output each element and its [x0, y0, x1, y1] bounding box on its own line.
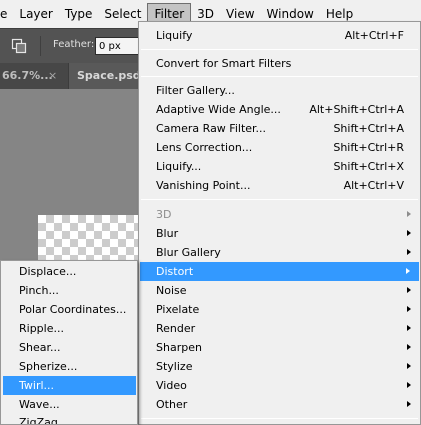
menu-item-label: Noise: [156, 284, 187, 297]
menu-item-label: Other: [156, 398, 188, 411]
menu-item-blur-gallery[interactable]: Blur Gallery: [139, 243, 420, 262]
menu-item-label: Pixelate: [156, 303, 200, 316]
submenu-item-label: Pinch...: [19, 284, 59, 297]
submenu-arrow-icon: [407, 287, 411, 293]
menu-item-lens-correction[interactable]: Lens Correction... Shift+Ctrl+R: [139, 138, 420, 157]
submenu-item-label: ZigZag: [19, 416, 58, 425]
submenu-item-pinch[interactable]: Pinch...: [1, 281, 137, 300]
menu-separator: [141, 199, 418, 200]
menu-item-label: Video: [156, 379, 187, 392]
menu-item-label: 3D: [156, 208, 172, 221]
menu-item-label: Adaptive Wide Angle...: [156, 103, 281, 116]
menu-separator: [141, 49, 418, 50]
submenu-item-label: Polar Coordinates...: [19, 303, 127, 316]
document-tab-1-label: 66.7%...: [2, 69, 53, 82]
menu-item-shortcut: Alt+Ctrl+V: [343, 179, 404, 192]
submenu-item-label: Ripple...: [19, 322, 64, 335]
menu-item-noise[interactable]: Noise: [139, 281, 420, 300]
submenu-arrow-icon: [407, 249, 411, 255]
menu-item-label: Render: [156, 322, 196, 335]
menu-item-label: Distort: [156, 265, 194, 278]
menu-item-vanishing-point[interactable]: Vanishing Point... Alt+Ctrl+V: [139, 176, 420, 195]
feather-label: Feather:: [53, 39, 95, 50]
close-icon[interactable]: ×: [48, 63, 57, 89]
document-tab-1[interactable]: 66.7%... ×: [0, 63, 68, 89]
document-tab-space[interactable]: Space.psd @: [69, 63, 139, 89]
submenu-arrow-icon: [407, 344, 411, 350]
submenu-item-twirl[interactable]: Twirl...: [3, 376, 136, 395]
submenu-arrow-icon: [407, 382, 411, 388]
submenu-item-polar-coordinates[interactable]: Polar Coordinates...: [1, 300, 137, 319]
menu-item-label: Blur: [156, 227, 179, 240]
submenu-item-wave[interactable]: Wave...: [1, 395, 137, 414]
submenu-item-spherize[interactable]: Spherize...: [1, 357, 137, 376]
menu-item-label: Liquify...: [156, 160, 202, 173]
menu-item-other[interactable]: Other: [139, 395, 420, 414]
menu-item-shortcut: Shift+Ctrl+A: [333, 122, 404, 135]
submenu-item-zigzag[interactable]: ZigZag: [1, 413, 137, 425]
submenu-arrow-icon: [407, 306, 411, 312]
menu-item-convert-smart-filters[interactable]: Convert for Smart Filters: [139, 54, 420, 73]
submenu-item-ripple[interactable]: Ripple...: [1, 319, 137, 338]
menu-item-camera-raw-filter[interactable]: Camera Raw Filter... Shift+Ctrl+A: [139, 119, 420, 138]
submenu-arrow-icon: [406, 268, 410, 274]
feather-input[interactable]: [95, 37, 141, 55]
submenu-arrow-icon: [407, 230, 411, 236]
menu-separator: [141, 418, 418, 419]
menu-item-filter-gallery[interactable]: Filter Gallery...: [139, 81, 420, 100]
submenu-item-shear[interactable]: Shear...: [1, 338, 137, 357]
distort-submenu: Displace... Pinch... Polar Coordinates..…: [0, 260, 138, 425]
menu-item-label: Lens Correction...: [156, 141, 253, 154]
menu-item-shortcut: Alt+Ctrl+F: [344, 29, 404, 42]
submenu-item-label: Wave...: [19, 398, 60, 411]
menu-item-liquify[interactable]: Liquify... Shift+Ctrl+X: [139, 157, 420, 176]
submenu-item-label: Displace...: [19, 265, 77, 278]
menu-item-video[interactable]: Video: [139, 376, 420, 395]
options-divider: [40, 36, 41, 56]
menu-item-render[interactable]: Render: [139, 319, 420, 338]
filter-menu: Liquify Alt+Ctrl+F Convert for Smart Fil…: [138, 21, 421, 425]
submenu-arrow-icon: [407, 325, 411, 331]
menu-item-label: Stylize: [156, 360, 193, 373]
submenu-arrow-icon: [407, 401, 411, 407]
menu-item-shortcut: Shift+Ctrl+R: [333, 141, 404, 154]
menu-item-pixelate[interactable]: Pixelate: [139, 300, 420, 319]
menu-item-label: Filter Gallery...: [156, 84, 235, 97]
submenu-item-label: Shear...: [19, 341, 61, 354]
submenu-arrow-icon: [407, 211, 411, 217]
menu-item-shortcut: Alt+Shift+Ctrl+A: [309, 103, 404, 116]
menu-item-sharpen[interactable]: Sharpen: [139, 338, 420, 357]
menu-separator: [141, 76, 418, 77]
menu-edit[interactable]: e: [0, 3, 13, 25]
menu-item-label: Convert for Smart Filters: [156, 57, 292, 70]
menu-item-adaptive-wide-angle[interactable]: Adaptive Wide Angle... Alt+Shift+Ctrl+A: [139, 100, 420, 119]
menu-item-label: Camera Raw Filter...: [156, 122, 267, 135]
menu-item-label: Liquify: [156, 29, 193, 42]
selection-mode-icon[interactable]: [11, 38, 27, 54]
menu-item-stylize[interactable]: Stylize: [139, 357, 420, 376]
submenu-arrow-icon: [407, 363, 411, 369]
menu-item-label: Vanishing Point...: [156, 179, 251, 192]
menu-layer[interactable]: Layer: [13, 3, 58, 25]
menu-item-distort[interactable]: Distort: [140, 262, 419, 281]
menu-type[interactable]: Type: [59, 3, 99, 25]
submenu-item-label: Twirl...: [19, 379, 55, 392]
menu-item-last-filter[interactable]: Liquify Alt+Ctrl+F: [139, 26, 420, 45]
menu-item-label: Blur Gallery: [156, 246, 221, 259]
menu-item-label: Sharpen: [156, 341, 202, 354]
submenu-item-label: Spherize...: [19, 360, 78, 373]
menu-item-shortcut: Shift+Ctrl+X: [333, 160, 404, 173]
document-tab-space-label: Space.psd @: [77, 69, 139, 82]
menu-item-blur[interactable]: Blur: [139, 224, 420, 243]
submenu-item-displace[interactable]: Displace...: [1, 262, 137, 281]
menu-item-3d: 3D: [139, 205, 420, 224]
